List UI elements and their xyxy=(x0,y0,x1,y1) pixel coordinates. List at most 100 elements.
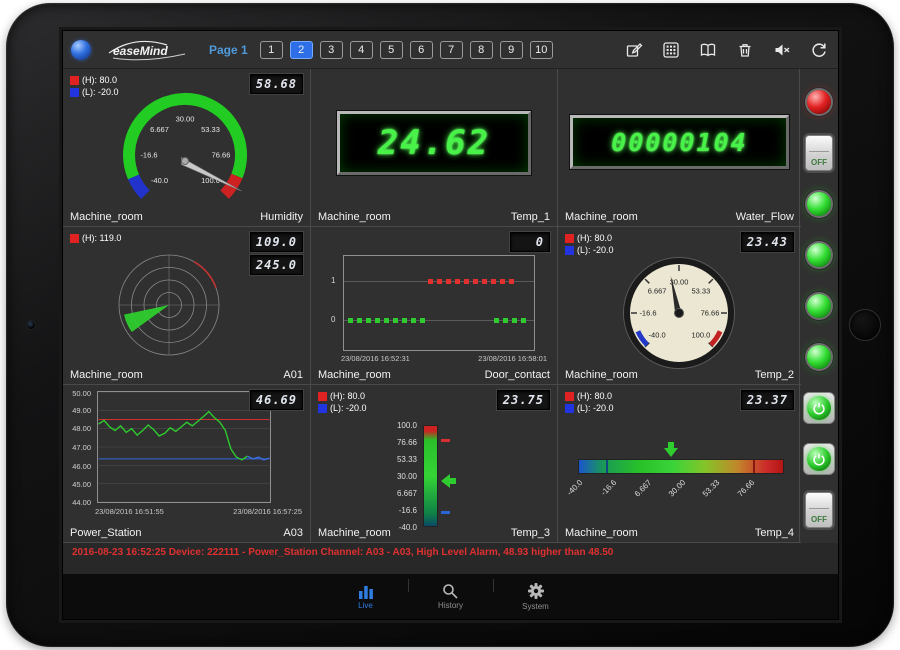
scale-tick-label: -16.6 xyxy=(375,506,417,515)
nav-label: Live xyxy=(358,601,373,610)
page-button[interactable]: 9 xyxy=(500,41,523,59)
y-tick-label: 47.00 xyxy=(72,443,91,452)
power-button-plate xyxy=(803,443,835,475)
channel-label: Temp_1 xyxy=(511,211,550,223)
high-swatch xyxy=(70,76,79,85)
nav-item[interactable]: History xyxy=(409,583,493,610)
panel-water-flow: 00000104 Machine_room Water_Flow xyxy=(558,69,801,227)
scale-tick-label: 76.66 xyxy=(375,438,417,447)
low-label: (L): -20.0 xyxy=(330,402,367,414)
keypad-icon[interactable] xyxy=(662,41,680,59)
low-label: (L): -20.0 xyxy=(577,402,614,414)
panel-temp3: (H): 80.0 (L): -20.0 23.75 100.0 76.66 5… xyxy=(311,385,558,543)
gauge-tick-label: -16.6 xyxy=(140,151,157,160)
page-button[interactable]: 2 xyxy=(290,41,313,59)
status-orb-button[interactable] xyxy=(71,40,91,60)
status-led-green[interactable] xyxy=(807,345,831,369)
compose-icon[interactable] xyxy=(625,41,643,59)
value-display: 23.37 xyxy=(741,390,794,410)
panel-humidity: (H): 80.0 (L): -20.0 58.68 -40.0 -16.6 6… xyxy=(63,69,311,227)
channel-label: Temp_2 xyxy=(755,369,794,381)
page-selector: 1 2 3 4 5 6 7 8 9 10 xyxy=(260,41,553,59)
panel-temp1: 24.62 Machine_room Temp_1 xyxy=(311,69,558,227)
dashboard-grid: (H): 80.0 (L): -20.0 58.68 -40.0 -16.6 6… xyxy=(63,69,801,543)
panel-caption: Machine_room Temp_4 xyxy=(565,527,794,539)
alarm-legend: (H): 119.0 xyxy=(70,232,121,244)
low-label: (L): -20.0 xyxy=(82,86,119,98)
toolbar-icons xyxy=(625,41,828,59)
status-led-green[interactable] xyxy=(807,243,831,267)
nav-item[interactable]: System xyxy=(494,582,578,611)
panel-temp4: (H): 80.0 (L): -20.0 23.37 -40.0 -16.6 6… xyxy=(558,385,801,543)
y-tick-label: 48.00 xyxy=(72,424,91,433)
low-swatch xyxy=(70,88,79,97)
value-display: 23.75 xyxy=(497,390,550,410)
history-search-icon xyxy=(442,583,459,599)
panel-caption: Machine_room Temp_3 xyxy=(318,527,550,539)
nav-item[interactable]: Live xyxy=(324,583,408,610)
channel-label: Temp_3 xyxy=(511,527,550,539)
high-swatch xyxy=(70,234,79,243)
toggle-switch[interactable]: OFF xyxy=(805,135,833,171)
y-tick-label: 45.00 xyxy=(72,480,91,489)
gauge-tick-label: -40.0 xyxy=(649,330,666,339)
high-label: (H): 80.0 xyxy=(82,74,117,86)
channel-label: A01 xyxy=(283,369,303,381)
location-label: Machine_room xyxy=(318,527,391,539)
gauge-tick-label: 53.33 xyxy=(201,125,220,134)
gauge-tick-label: 30.00 xyxy=(176,115,195,124)
lcd-counter: 00000104 xyxy=(570,115,789,169)
page-button[interactable]: 5 xyxy=(380,41,403,59)
value-display: 46.69 xyxy=(250,390,303,410)
y-tick-label: 49.00 xyxy=(72,406,91,415)
alarm-legend: (H): 80.0 (L): -20.0 xyxy=(70,74,119,98)
y-tick-label: 1 xyxy=(331,276,335,285)
alarm-message: 2016-08-23 16:52:25 Device: 222111 - Pow… xyxy=(72,547,613,558)
temp2-gauge: -40.0 -16.6 6.667 30.00 53.33 76.66 100.… xyxy=(594,249,764,377)
power-button[interactable] xyxy=(807,447,831,471)
status-led-green[interactable] xyxy=(807,192,831,216)
value-display: 0 xyxy=(510,232,550,252)
book-icon[interactable] xyxy=(699,41,717,59)
low-swatch xyxy=(565,404,574,413)
trash-icon[interactable] xyxy=(736,41,754,59)
mute-speaker-icon[interactable] xyxy=(773,41,791,59)
page-button[interactable]: 4 xyxy=(350,41,373,59)
y-axis: 50.00 49.00 48.00 47.00 46.00 45.00 44.0… xyxy=(63,391,94,503)
power-icon xyxy=(812,452,826,466)
panel-caption: Machine_room Temp_2 xyxy=(565,369,794,381)
channel-label: Temp_4 xyxy=(755,527,794,539)
page-button[interactable]: 10 xyxy=(530,41,553,59)
home-button[interactable] xyxy=(849,309,881,341)
low-swatch xyxy=(318,404,327,413)
toggle-switch[interactable]: OFF xyxy=(805,492,833,528)
alarm-led-red[interactable] xyxy=(807,90,831,114)
high-label: (H): 80.0 xyxy=(577,390,612,402)
value-pointer xyxy=(440,474,456,488)
power-button[interactable] xyxy=(807,396,831,420)
panel-caption: Machine_room A01 xyxy=(70,369,303,381)
page-button[interactable]: 6 xyxy=(410,41,433,59)
control-sidebar: OFF OFF xyxy=(799,69,838,543)
page-button[interactable]: 8 xyxy=(470,41,493,59)
nav-label: System xyxy=(522,602,549,611)
radar-wedge xyxy=(124,305,169,332)
high-label: (H): 80.0 xyxy=(330,390,365,402)
page-button[interactable]: 3 xyxy=(320,41,343,59)
x-tick-label: 23/08/2016 16:52:31 xyxy=(341,354,410,363)
gauge-tick-label: -40.0 xyxy=(151,176,168,185)
page-button[interactable]: 7 xyxy=(440,41,463,59)
refresh-icon[interactable] xyxy=(810,41,828,59)
location-label: Machine_room xyxy=(318,369,391,381)
location-label: Machine_room xyxy=(565,211,638,223)
y-tick-label: 46.00 xyxy=(72,462,91,471)
high-limit-tick xyxy=(441,439,450,442)
low-limit-tick xyxy=(441,511,450,514)
high-swatch xyxy=(318,392,327,401)
switch-label: OFF xyxy=(811,158,827,167)
status-led-green[interactable] xyxy=(807,294,831,318)
panel-a01: (H): 119.0 109.0 245.0 Machi xyxy=(63,227,311,385)
value-display: 109.0 xyxy=(250,232,303,252)
page-button[interactable]: 1 xyxy=(260,41,283,59)
panel-temp2: (H): 80.0 (L): -20.0 23.43 -40.0 xyxy=(558,227,801,385)
